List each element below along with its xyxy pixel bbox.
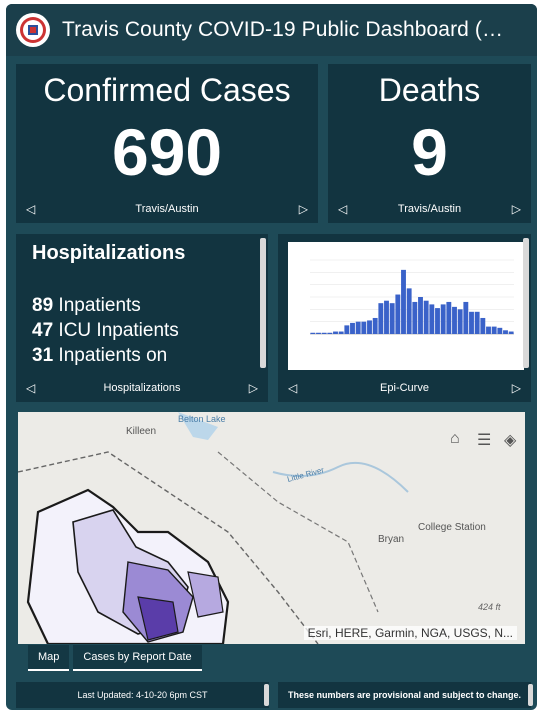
provisional-note-text: These numbers are provisional and subjec… — [287, 690, 522, 700]
chart-bar — [395, 294, 401, 334]
tab-cases-by-report-date[interactable]: Cases by Report Date — [73, 645, 202, 671]
previous-arrow-icon[interactable]: ◁ — [26, 202, 35, 216]
chart-bar — [423, 300, 429, 334]
layers-icon[interactable]: ◈ — [504, 430, 516, 450]
chart-bar — [401, 269, 406, 334]
chart-bar — [491, 326, 497, 334]
hospitalizations-scrollbar[interactable] — [260, 238, 266, 368]
map-label: College Station — [418, 522, 486, 533]
chart-bar — [508, 331, 514, 334]
deaths-panel: Deaths 9 ◁ Travis/Austin ▷ — [328, 64, 531, 223]
chart-bar — [321, 332, 327, 334]
epi-curve-panel: ◁ Epi-Curve ▷ — [278, 234, 531, 402]
chart-bar — [350, 322, 355, 334]
deaths-nav-label: Travis/Austin — [397, 203, 462, 215]
deaths-label: Deaths — [378, 72, 481, 108]
hospitalizations-nav: ◁ Hospitalizations ▷ — [16, 374, 268, 402]
chart-bar — [497, 327, 503, 334]
chart-bar — [389, 303, 395, 334]
hospitalizations-panel: Hospitalizations 89 Inpatients 47 ICU In… — [16, 234, 268, 402]
chart-bar — [457, 309, 463, 334]
chart-bar — [378, 303, 384, 334]
chart-bar — [440, 304, 446, 334]
footer-scrollbar[interactable] — [528, 684, 533, 706]
chart-bar — [429, 304, 435, 334]
chart-bar — [333, 331, 338, 334]
dashboard-frame: Travis County COVID-19 Public Dashboard … — [6, 4, 537, 710]
map-label: Belton Lake — [178, 414, 226, 424]
chart-bar — [452, 306, 457, 334]
last-updated-panel: Last Updated: 4-10-20 6pm CST — [16, 682, 269, 708]
chart-bar — [316, 332, 321, 334]
chart-bar — [384, 300, 389, 334]
map-label: 424 ft — [478, 602, 501, 612]
next-arrow-icon[interactable]: ▷ — [299, 202, 308, 216]
chart-bar — [372, 317, 378, 334]
next-arrow-icon[interactable]: ▷ — [249, 381, 258, 395]
chart-bar — [412, 301, 418, 334]
chart-bar — [361, 321, 367, 334]
confirmed-cases-label: Confirmed Cases — [43, 72, 291, 108]
previous-arrow-icon[interactable]: ◁ — [338, 202, 347, 216]
previous-arrow-icon[interactable]: ◁ — [288, 381, 297, 395]
hospitalizations-line: 47 ICU Inpatients — [32, 320, 179, 341]
chart-bar — [480, 317, 486, 334]
legend-list-icon[interactable]: ☰ — [477, 430, 491, 450]
chart-bar — [435, 308, 440, 334]
chart-bar — [327, 332, 333, 334]
chart-bar — [503, 330, 508, 334]
hospitalizations-title: Hospitalizations — [32, 242, 186, 264]
map-label: Killeen — [126, 426, 156, 437]
chart-bar — [367, 320, 372, 334]
chart-bar — [474, 311, 480, 334]
confirmed-cases-nav: ◁ Travis/Austin ▷ — [16, 195, 318, 223]
next-arrow-icon[interactable]: ▷ — [512, 202, 521, 216]
tab-map[interactable]: Map — [28, 645, 70, 671]
hospitalizations-line: 31 Inpatients on — [32, 345, 168, 366]
chart-bar — [469, 311, 474, 334]
hospitalizations-content: Hospitalizations 89 Inpatients 47 ICU In… — [32, 242, 185, 368]
chart-bar — [446, 301, 452, 334]
last-updated-text: Last Updated: 4-10-20 6pm CST — [77, 690, 208, 700]
hospitalizations-nav-label: Hospitalizations — [103, 382, 181, 394]
footer-scrollbar[interactable] — [264, 684, 269, 706]
map-attribution[interactable]: Esri, HERE, Garmin, NGA, USGS, N... — [303, 626, 517, 640]
chart-bar — [418, 297, 423, 334]
previous-arrow-icon[interactable]: ◁ — [26, 381, 35, 395]
confirmed-cases-nav-label: Travis/Austin — [135, 203, 199, 215]
chart-bar — [310, 332, 316, 334]
epi-curve-scrollbar[interactable] — [523, 238, 529, 368]
map-canvas[interactable]: Killeen Belton Lake Little River Bryan C… — [18, 412, 525, 644]
chart-bar — [338, 331, 344, 334]
epi-curve-nav: ◁ Epi-Curve ▷ — [278, 374, 531, 402]
chart-bar — [486, 326, 491, 334]
epi-curve-svg — [310, 259, 514, 335]
provisional-note-panel: These numbers are provisional and subjec… — [278, 682, 531, 708]
chart-bar — [406, 288, 412, 334]
chart-bar — [355, 321, 361, 334]
confirmed-cases-panel: Confirmed Cases 690 ◁ Travis/Austin ▷ — [16, 64, 318, 223]
deaths-value: 9 — [411, 115, 448, 189]
county-seal-icon — [16, 13, 50, 47]
next-arrow-icon[interactable]: ▷ — [512, 381, 521, 395]
page-title: Travis County COVID-19 Public Dashboard … — [62, 18, 504, 41]
map-tabs: Map Cases by Report Date — [28, 645, 202, 671]
epi-curve-nav-label: Epi-Curve — [380, 382, 429, 394]
chart-bar — [463, 301, 469, 334]
hospitalizations-line: 89 Inpatients — [32, 295, 141, 316]
map-label: Bryan — [378, 534, 404, 545]
deaths-nav: ◁ Travis/Austin ▷ — [328, 195, 531, 223]
dashboard-header: Travis County COVID-19 Public Dashboard … — [6, 4, 537, 56]
epi-curve-chart — [288, 242, 524, 370]
chart-bar — [344, 325, 350, 334]
county-map[interactable]: Killeen Belton Lake Little River Bryan C… — [18, 412, 525, 644]
home-icon[interactable]: ⌂ — [450, 430, 460, 448]
confirmed-cases-value: 690 — [111, 115, 223, 189]
